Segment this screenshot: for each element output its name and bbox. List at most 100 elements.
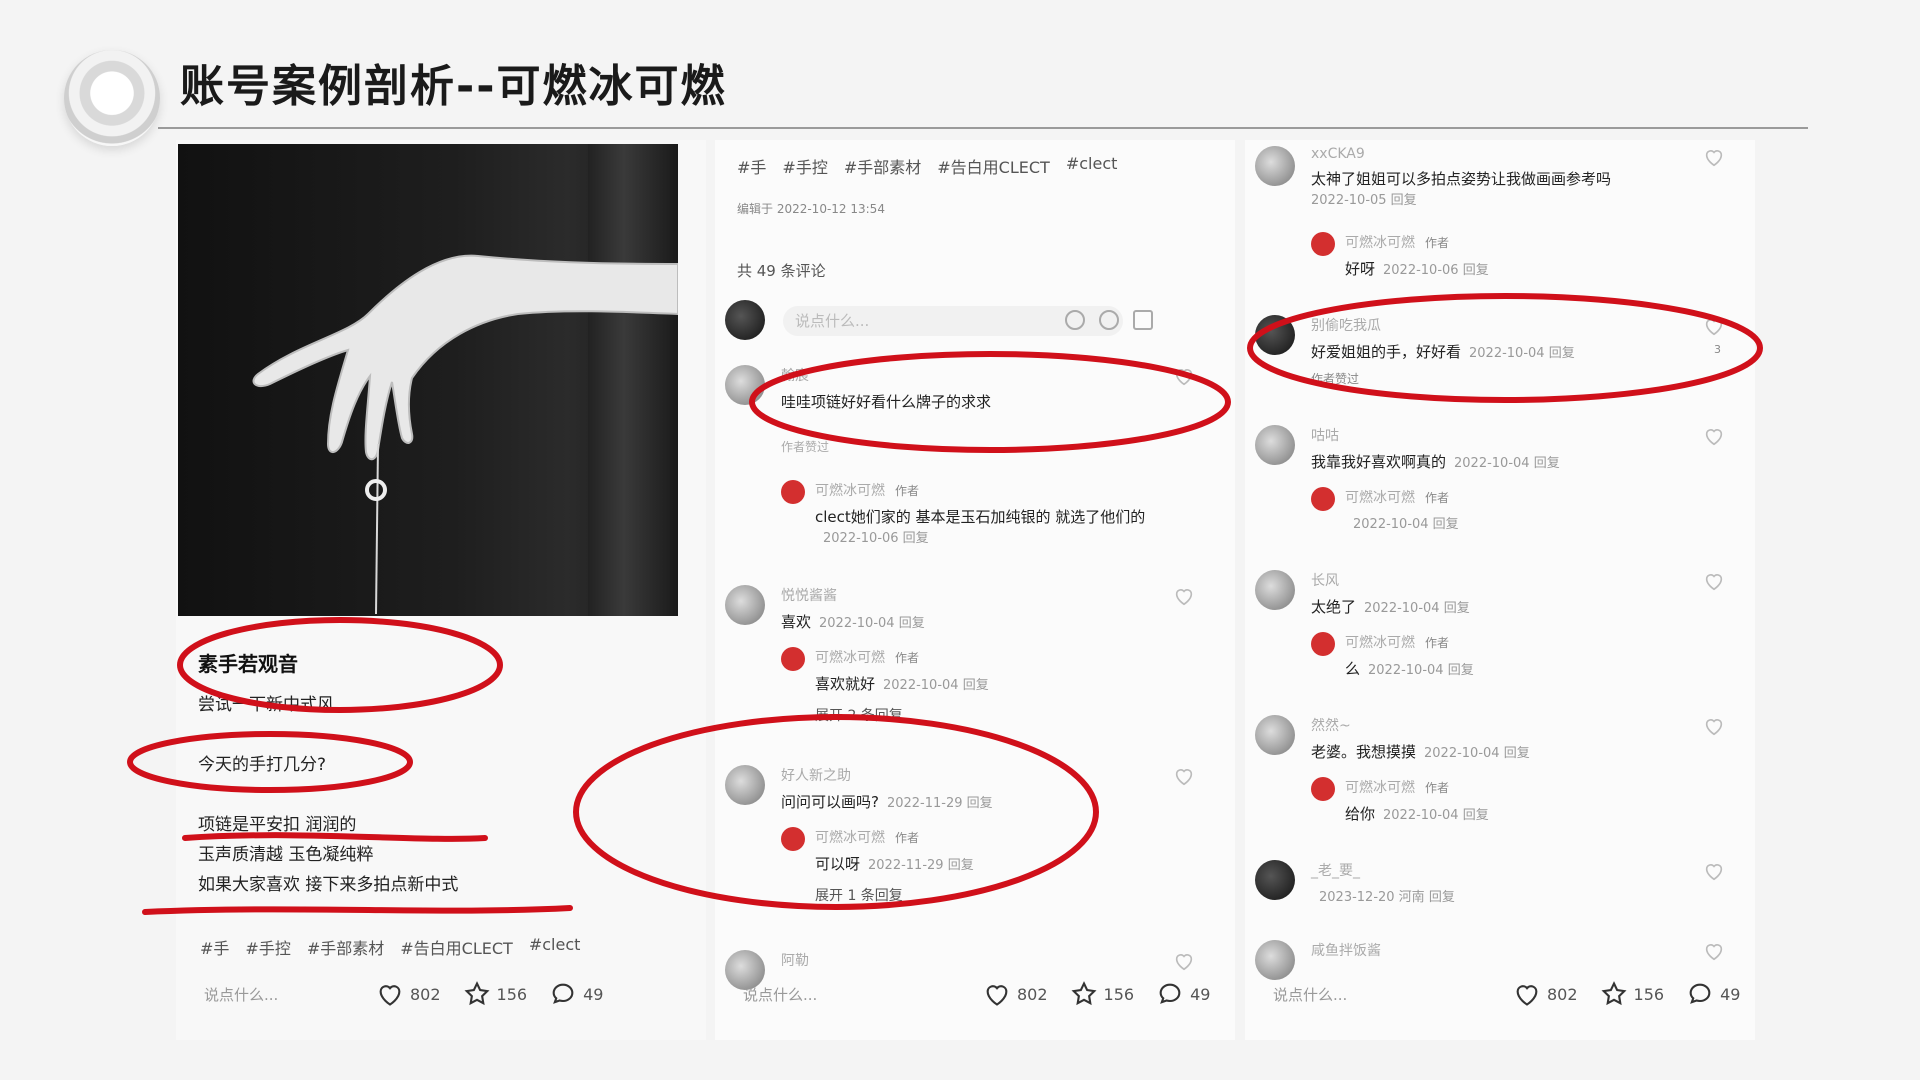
comment-body: 咕咕 我靠我好喜欢啊真的 2022-10-04 回复 [1311, 425, 1711, 472]
reply-author[interactable]: 可燃冰可燃 [815, 830, 885, 846]
tag-link[interactable]: #手 [200, 935, 229, 959]
comment-button[interactable]: 49 [1686, 980, 1740, 1008]
avatar [1311, 487, 1335, 511]
comment-body: 好人新之助 问问可以画吗? 2022-11-29 回复 [781, 765, 1181, 812]
heart-icon[interactable] [1703, 940, 1725, 962]
comment-item: 然然~ 老婆。我想摸摸 2022-10-04 回复 可燃冰可燃 作者 给你 2022-… [1255, 715, 1725, 840]
tag-link[interactable]: #clect [1066, 154, 1118, 178]
comment-author[interactable]: 好人新之助 [781, 765, 1181, 785]
at-icon[interactable] [1065, 310, 1085, 330]
heart-icon[interactable] [1703, 570, 1725, 592]
post-panel: 素手若观音 尝试一下新中式风 今天的手打几分? 项链是平安扣 润润的 玉声质清越… [176, 140, 706, 1040]
comment-input[interactable]: 说点什么... [204, 984, 354, 1005]
slide-logo [64, 50, 160, 146]
comment-author[interactable]: 别偷吃我瓜 [1311, 315, 1711, 335]
comment-item: 长风 太绝了 2022-10-04 回复 可燃冰可燃 作者 么 2022-10-04 … [1255, 570, 1725, 695]
reply-item: 可燃冰可燃 作者 么 2022-10-04 回复 [1311, 632, 1711, 682]
comment-text: 太绝了 [1311, 598, 1357, 616]
reply-date[interactable]: 2022-10-04 回复 [1368, 663, 1474, 678]
like-button[interactable]: 802 [983, 980, 1048, 1008]
favorite-button[interactable]: 156 [1600, 980, 1664, 1008]
avatar [1255, 146, 1295, 186]
expand-replies[interactable]: 展开 2 条回复 [815, 705, 903, 725]
reply-date[interactable]: 2022-10-04 回复 [883, 678, 989, 693]
comment-date[interactable]: 2022-10-04 回复 [1469, 346, 1575, 361]
comment-item: 翰宸 哇哇项链好好看什么牌子的求求 作者赞过 可燃冰可燃 作者 clect她们家的… [725, 365, 1195, 546]
comment-count: 49 [583, 984, 604, 1004]
post-line: 如果大家喜欢 接下来多拍点新中式 [198, 875, 459, 895]
reply-body: 可燃冰可燃 作者 喜欢就好 2022-10-04 回复 [815, 647, 1175, 694]
reply-author[interactable]: 可燃冰可燃 [815, 483, 885, 499]
tag-link[interactable]: #手控 [782, 154, 827, 178]
favorite-button[interactable]: 156 [1070, 980, 1134, 1008]
heart-icon[interactable] [1173, 585, 1195, 607]
reply-date[interactable]: 2022-10-04 回复 [1383, 808, 1489, 823]
reply-author[interactable]: 可燃冰可燃 [1345, 635, 1415, 651]
reply-item: 可燃冰可燃 作者 给你 2022-10-04 回复 [1311, 777, 1711, 827]
like-button[interactable]: 802 [376, 980, 441, 1008]
emoji-icon[interactable] [1099, 310, 1119, 330]
reply-author[interactable]: 可燃冰可燃 [1345, 490, 1415, 506]
reply-author[interactable]: 可燃冰可燃 [815, 650, 885, 666]
expand-replies[interactable]: 展开 1 条回复 [815, 885, 903, 905]
comment-button[interactable]: 49 [1156, 980, 1210, 1008]
heart-icon[interactable] [1703, 860, 1725, 882]
favorite-button[interactable]: 156 [463, 980, 527, 1008]
image-icon[interactable] [1133, 310, 1153, 330]
tag-link[interactable]: #clect [529, 935, 581, 959]
heart-icon[interactable] [1173, 365, 1195, 387]
reply-date[interactable]: 2022-10-06 回复 [823, 531, 929, 546]
reply-author[interactable]: 可燃冰可燃 [1345, 780, 1415, 796]
comment-date[interactable]: 2022-10-04 回复 [1364, 601, 1470, 616]
reply-author[interactable]: 可燃冰可燃 [1345, 235, 1415, 251]
heart-icon[interactable] [1703, 315, 1725, 337]
comment-author[interactable]: 阿勒 [781, 950, 1181, 970]
tag-link[interactable]: #手部素材 [844, 154, 921, 178]
reply-date[interactable]: 2022-10-04 回复 [1353, 517, 1459, 532]
avatar [1255, 315, 1295, 355]
comment-input[interactable]: 说点什么... [743, 984, 893, 1005]
note-tags: #手 #手控 #手部素材 #告白用CLECT #clect [737, 154, 1117, 178]
comment-text: 哇哇项链好好看什么牌子的求求 [781, 393, 992, 411]
comment-button[interactable]: 49 [549, 980, 603, 1008]
comment-input[interactable]: 说点什么... [1273, 984, 1423, 1005]
tag-link[interactable]: #手控 [245, 935, 290, 959]
reply-date[interactable]: 2022-11-29 回复 [868, 858, 974, 873]
heart-icon[interactable] [1173, 765, 1195, 787]
comment-item: 咕咕 我靠我好喜欢啊真的 2022-10-04 回复 可燃冰可燃 作者 2022-1… [1255, 425, 1725, 550]
author-liked-note: 作者赞过 [1311, 372, 1360, 386]
tag-link[interactable]: #告白用CLECT [937, 154, 1050, 178]
tag-link[interactable]: #手部素材 [307, 935, 384, 959]
comment-date[interactable]: 2022-11-29 回复 [887, 796, 993, 811]
comment-author[interactable]: _老_要_ [1311, 860, 1711, 880]
comment-author[interactable]: 翰宸 [781, 365, 1181, 385]
reply-date[interactable]: 2022-10-06 回复 [1383, 263, 1489, 278]
comment-count: 49 [1190, 984, 1211, 1004]
heart-icon[interactable] [1703, 715, 1725, 737]
heart-icon[interactable] [1703, 146, 1725, 168]
comment-date[interactable]: 2023-12-20 河南 回复 [1319, 890, 1455, 905]
comment-author[interactable]: 悦悦酱酱 [781, 585, 1181, 605]
comment-author[interactable]: xxCKA9 [1311, 146, 1711, 162]
comment-author[interactable]: 然然~ [1311, 715, 1711, 735]
comment-text: 问问可以画吗? [781, 793, 879, 811]
comment-author[interactable]: 咕咕 [1311, 425, 1711, 445]
tag-link[interactable]: #手 [737, 154, 766, 178]
comment-author[interactable]: 长风 [1311, 570, 1711, 590]
comment-count-label: 共 49 条评论 [737, 262, 826, 280]
comment-date[interactable]: 2022-10-04 回复 [1424, 746, 1530, 761]
reply-item: 可燃冰可燃 作者 2022-10-04 回复 [1311, 487, 1711, 537]
tag-link[interactable]: #告白用CLECT [400, 935, 513, 959]
comment-text: 我靠我好喜欢啊真的 [1311, 453, 1447, 471]
comment-date[interactable]: 2022-10-05 回复 [1311, 189, 1711, 208]
slide-title: 账号案例剖析--可燃冰可燃 [180, 61, 727, 112]
heart-icon [1516, 985, 1538, 1006]
comment-date[interactable]: 2022-10-04 回复 [1454, 456, 1560, 471]
comment-author[interactable]: 咸鱼拌饭酱 [1311, 940, 1711, 960]
heart-icon[interactable] [1173, 950, 1195, 972]
like-button[interactable]: 802 [1513, 980, 1578, 1008]
comment-body: 别偷吃我瓜 好爱姐姐的手，好好看 2022-10-04 回复 作者赞过 [1311, 315, 1711, 387]
comment-date[interactable]: 2022-10-04 回复 [819, 616, 925, 631]
avatar [725, 300, 765, 340]
heart-icon[interactable] [1703, 425, 1725, 447]
